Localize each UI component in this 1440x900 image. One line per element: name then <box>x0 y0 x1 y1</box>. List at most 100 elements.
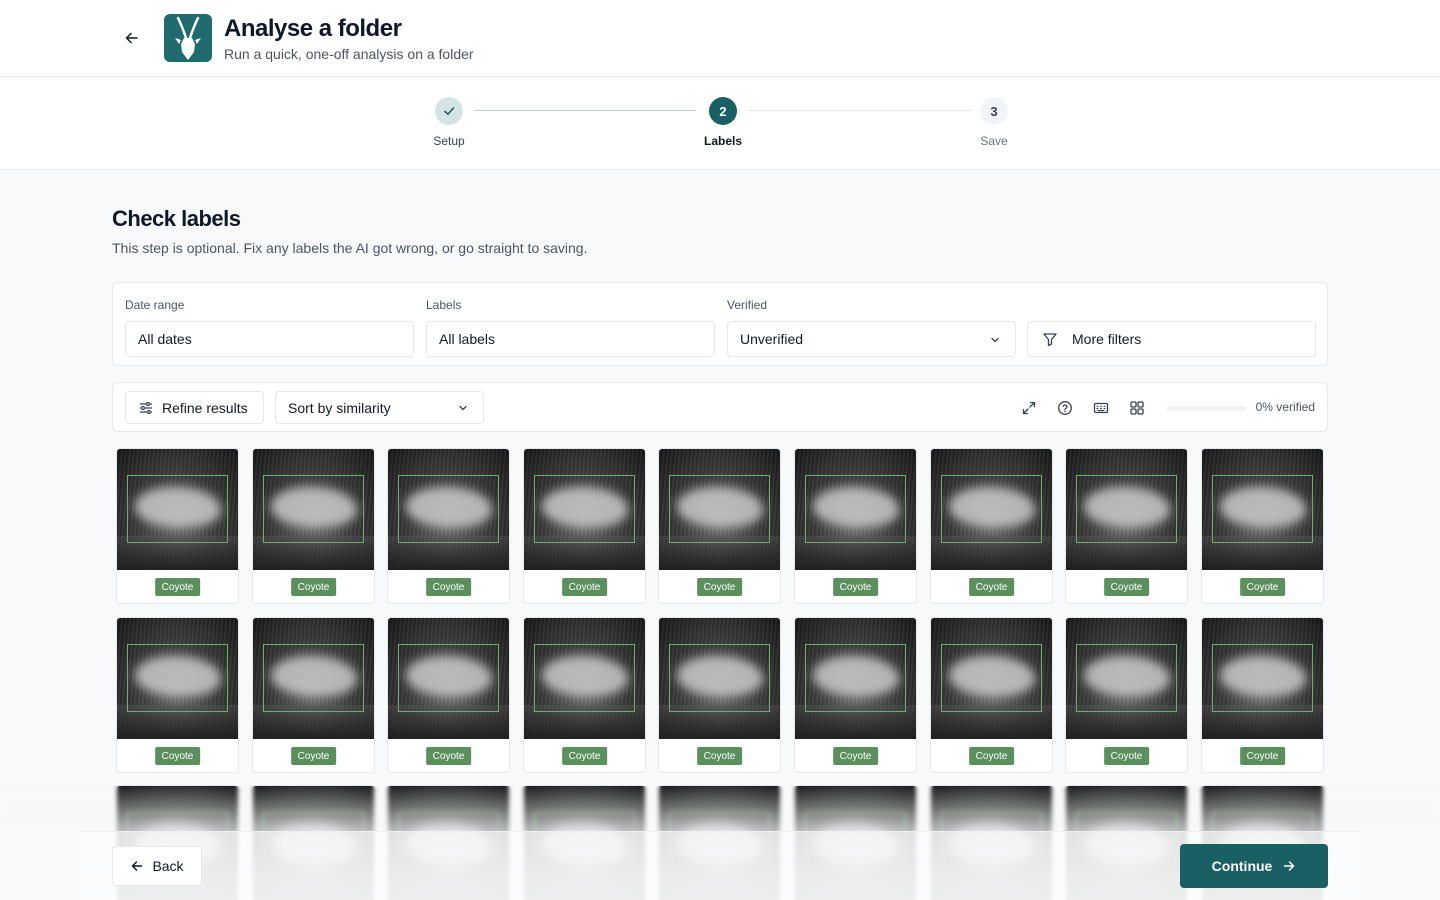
verified-select[interactable]: Unverified <box>727 321 1016 357</box>
detection-box <box>669 475 770 543</box>
date-range-value: All dates <box>138 331 192 347</box>
refine-results-label: Refine results <box>162 399 248 416</box>
detection-box <box>941 475 1042 543</box>
footer-bar <box>80 831 1360 900</box>
sliders-icon <box>140 401 152 414</box>
image-card[interactable]: Coyote <box>930 617 1053 773</box>
back-button[interactable]: Back <box>112 846 202 886</box>
detection-box <box>1212 475 1313 543</box>
keyboard-icon[interactable] <box>1091 398 1111 418</box>
page-subtitle: Run a quick, one-off analysis on a folde… <box>224 46 474 62</box>
detection-box <box>805 475 906 543</box>
detection-box <box>398 475 499 543</box>
image-card[interactable]: Coyote <box>252 617 375 773</box>
detection-box <box>263 644 364 712</box>
continue-button-label: Continue <box>1211 858 1273 874</box>
species-label-tag[interactable]: Coyote <box>1239 747 1286 765</box>
image-card[interactable]: Coyote <box>116 617 239 773</box>
camera-trap-thumbnail <box>253 449 374 570</box>
species-label-tag[interactable]: Coyote <box>968 747 1015 765</box>
species-label-tag[interactable]: Coyote <box>1239 578 1286 596</box>
more-filters-button[interactable]: More filters <box>1027 321 1316 357</box>
arrow-left-icon <box>132 861 143 871</box>
species-label-tag[interactable]: Coyote <box>1103 578 1150 596</box>
species-label-tag[interactable]: Coyote <box>290 578 337 596</box>
image-card[interactable]: Coyote <box>523 617 646 773</box>
filter-icon <box>1042 331 1058 347</box>
image-card[interactable]: Coyote <box>1065 448 1188 604</box>
stepper-connector <box>474 110 696 111</box>
camera-trap-thumbnail <box>524 618 645 739</box>
date-range-label: Date range <box>125 298 185 312</box>
species-label-tag[interactable]: Coyote <box>425 578 472 596</box>
step-setup[interactable]: Setup <box>399 97 499 148</box>
more-filters-label: More filters <box>1072 331 1142 347</box>
species-label-tag[interactable]: Coyote <box>696 578 743 596</box>
detection-box <box>534 644 635 712</box>
image-card[interactable]: Coyote <box>387 617 510 773</box>
labels-filter[interactable]: All labels <box>426 321 715 357</box>
image-card[interactable]: Coyote <box>658 617 781 773</box>
image-card[interactable]: Coyote <box>387 448 510 604</box>
continue-button[interactable]: Continue <box>1180 844 1328 888</box>
refine-results-button[interactable]: Refine results <box>125 391 264 424</box>
progress-stepper: Setup 2 Labels 3 Save <box>0 77 1440 170</box>
image-card[interactable]: Coyote <box>658 448 781 604</box>
detection-box <box>1212 644 1313 712</box>
chevron-down-icon <box>991 337 999 343</box>
image-card[interactable]: Coyote <box>794 617 917 773</box>
verified-select-value: Unverified <box>740 331 804 347</box>
species-label-tag[interactable]: Coyote <box>832 578 879 596</box>
detection-box <box>398 644 499 712</box>
detection-box <box>941 644 1042 712</box>
species-label-tag[interactable]: Coyote <box>290 747 337 765</box>
image-card[interactable]: Coyote <box>116 448 239 604</box>
chevron-down-icon <box>459 405 467 411</box>
species-label-tag[interactable]: Coyote <box>832 747 879 765</box>
expand-icon[interactable] <box>1019 398 1039 418</box>
image-card[interactable]: Coyote <box>1201 617 1324 773</box>
help-icon[interactable] <box>1055 398 1075 418</box>
step-label: Labels <box>703 134 742 148</box>
image-card[interactable]: Coyote <box>794 448 917 604</box>
filters-panel: Date range All dates Labels All labels V… <box>112 282 1328 366</box>
grid-icon[interactable] <box>1127 398 1147 418</box>
labels-filter-value: All labels <box>439 331 496 347</box>
verified-progress-text: 0% verified <box>1255 400 1315 414</box>
antelope-logo-icon <box>164 14 212 62</box>
image-card[interactable]: Coyote <box>930 448 1053 604</box>
camera-trap-thumbnail <box>1066 449 1187 570</box>
camera-trap-thumbnail <box>388 618 509 739</box>
species-label-tag[interactable]: Coyote <box>154 578 201 596</box>
species-label-tag[interactable]: Coyote <box>561 578 608 596</box>
camera-trap-thumbnail <box>1202 449 1323 570</box>
camera-trap-thumbnail <box>117 618 238 739</box>
detection-box <box>534 475 635 543</box>
arrow-right-icon <box>1284 861 1295 871</box>
species-label-tag[interactable]: Coyote <box>1103 747 1150 765</box>
species-label-tag[interactable]: Coyote <box>154 747 201 765</box>
image-card[interactable]: Coyote <box>523 448 646 604</box>
step-save[interactable]: 3 Save <box>944 97 1044 148</box>
verified-progress-bar <box>1166 406 1246 411</box>
species-label-tag[interactable]: Coyote <box>696 747 743 765</box>
camera-trap-thumbnail <box>253 618 374 739</box>
detection-box <box>669 644 770 712</box>
sort-select[interactable]: Sort by similarity <box>275 391 484 424</box>
camera-trap-thumbnail <box>659 449 780 570</box>
species-label-tag[interactable]: Coyote <box>968 578 1015 596</box>
verified-filter-label: Verified <box>727 298 768 312</box>
date-range-picker[interactable]: All dates <box>125 321 414 357</box>
detection-box <box>1076 644 1177 712</box>
detection-box <box>805 644 906 712</box>
arrow-left-icon[interactable] <box>120 27 144 49</box>
image-card[interactable]: Coyote <box>252 448 375 604</box>
image-card[interactable]: Coyote <box>1065 617 1188 773</box>
step-labels[interactable]: 2 Labels <box>673 97 773 148</box>
image-card[interactable]: Coyote <box>1201 448 1324 604</box>
species-label-tag[interactable]: Coyote <box>561 747 608 765</box>
detection-box <box>127 644 228 712</box>
app-header: Analyse a folder Run a quick, one-off an… <box>0 0 1440 77</box>
species-label-tag[interactable]: Coyote <box>425 747 472 765</box>
check-icon <box>444 107 455 115</box>
